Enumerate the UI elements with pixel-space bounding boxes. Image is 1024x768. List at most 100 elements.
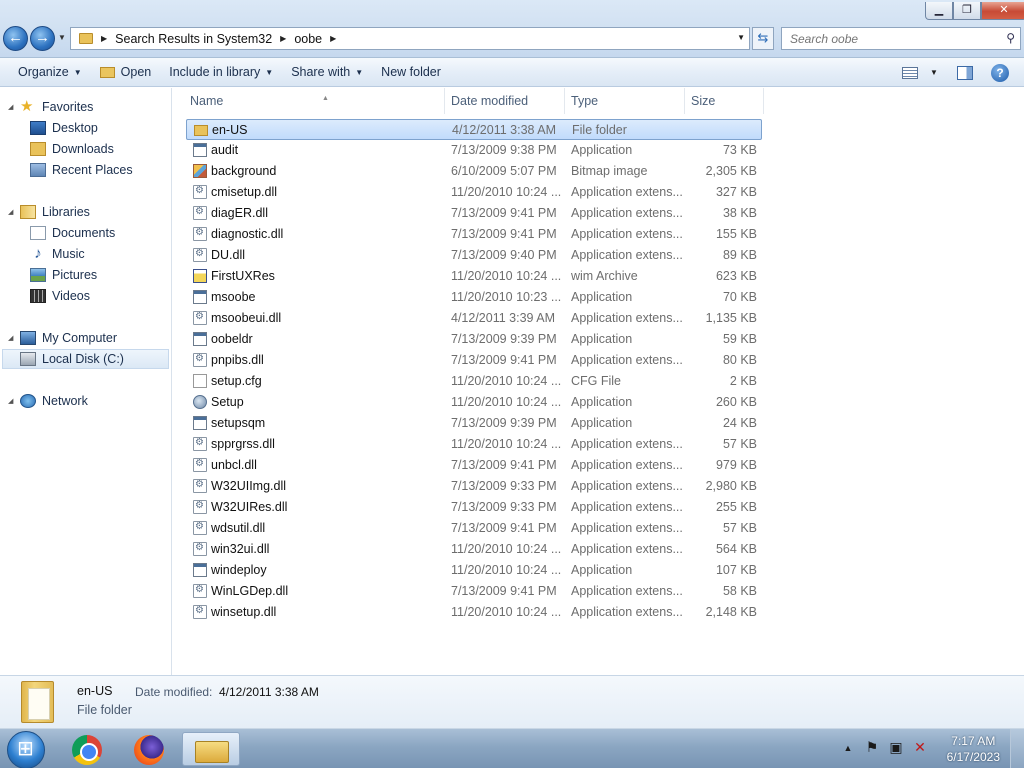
file-row[interactable]: msoobe 11/20/2010 10:23 ... Application 70 … [186,287,762,308]
file-row[interactable]: spprgrss.dll 11/20/2010 10:24 ... Applicat… [186,434,762,455]
file-row[interactable]: W32UIRes.dll 7/13/2009 9:33 PM Application… [186,497,762,518]
sidebar-item-libraries[interactable]: Libraries [20,202,90,222]
search-box[interactable]: ⚲ [781,27,1021,50]
file-size: 80 KB [722,353,757,367]
file-row[interactable]: unbcl.dll 7/13/2009 9:41 PM Application ex… [186,455,762,476]
sidebar-item-local-disk[interactable]: Local Disk (C:) [2,349,169,369]
column-header-size[interactable]: Size [685,88,764,114]
file-row[interactable]: wdsutil.dll 7/13/2009 9:41 PM Application … [186,518,762,539]
file-row[interactable]: cmisetup.dll 11/20/2010 10:24 ... Applicat… [186,182,762,203]
help-button[interactable]: ? [991,58,1009,87]
taskbar-firefox[interactable] [122,732,176,766]
expand-arrow-icon[interactable]: ◢ [8,208,13,216]
expand-arrow-icon[interactable]: ◢ [8,397,13,405]
breadcrumb-arrow-icon[interactable]: ▶ [101,34,107,43]
file-row[interactable]: background 6/10/2009 5:07 PM Bitmap image 2… [186,161,762,182]
file-row[interactable]: setup.cfg 11/20/2010 10:24 ... CFG File 2 K… [186,371,762,392]
sidebar-item-my-computer[interactable]: My Computer [20,328,117,348]
sidebar-item-recent-places[interactable]: Recent Places [30,160,133,180]
file-name: setup.cfg [211,374,262,388]
application-icon [193,143,207,157]
open-button[interactable]: Open [91,58,161,86]
taskbar-chrome[interactable] [60,732,114,766]
dll-icon [193,500,207,514]
preview-pane-button[interactable] [957,58,973,87]
file-row[interactable]: WinLGDep.dll 7/13/2009 9:41 PM Application… [186,581,762,602]
file-size: 327 KB [715,185,757,199]
address-history-dropdown[interactable]: ▼ [737,33,745,42]
breadcrumb-oobe[interactable]: oobe [294,32,322,46]
file-name: en-US [212,123,248,137]
file-type: Application extens... [571,311,683,325]
new-folder-button[interactable]: New folder [372,58,450,86]
file-row[interactable]: win32ui.dll 11/20/2010 10:24 ... Applicati… [186,539,762,560]
file-row[interactable]: Setup 11/20/2010 10:24 ... Application 260 … [186,392,762,413]
close-button[interactable]: ✕ [981,2,1024,20]
include-in-library-button[interactable]: Include in library ▼ [160,58,282,86]
column-header-name[interactable]: Name ▲ [184,88,445,114]
breadcrumb-arrow-icon[interactable]: ▶ [330,34,336,43]
search-input[interactable] [782,28,992,49]
back-button[interactable]: ← [3,26,28,51]
column-header-type[interactable]: Type [565,88,685,114]
show-desktop-button[interactable] [1010,729,1024,768]
sidebar-item-network[interactable]: Network [20,391,88,411]
file-row[interactable]: W32UIImg.dll 7/13/2009 9:33 PM Application… [186,476,762,497]
sidebar-item-videos[interactable]: Videos [30,286,90,306]
file-row[interactable]: winsetup.dll 11/20/2010 10:24 ... Applicat… [186,602,762,623]
volume-muted-icon[interactable]: ✕ [912,739,928,757]
file-name: background [211,164,277,178]
file-row[interactable]: diagER.dll 7/13/2009 9:41 PM Application e… [186,203,762,224]
expand-arrow-icon[interactable]: ◢ [8,103,13,111]
search-icon[interactable]: ⚲ [1006,31,1015,45]
sidebar-item-pictures[interactable]: Pictures [30,265,97,285]
sidebar-label: My Computer [42,331,118,345]
file-type: Application extens... [571,206,683,220]
sidebar-label: Favorites [42,100,94,114]
file-row[interactable]: DU.dll 7/13/2009 9:40 PM Application exten… [186,245,762,266]
breadcrumb-arrow-icon[interactable]: ▶ [280,34,286,43]
sidebar-item-favorites[interactable]: ★ Favorites [20,97,93,117]
sidebar-item-documents[interactable]: Documents [30,223,115,243]
file-date: 11/20/2010 10:24 ... [451,437,562,451]
action-center-flag-icon[interactable]: ⚑ [864,739,880,757]
sidebar-item-desktop[interactable]: Desktop [30,118,98,138]
include-in-library-label: Include in library [169,65,261,79]
start-button[interactable] [7,731,45,768]
address-bar[interactable]: ▶ Search Results in System32 ▶ oobe ▶ ▼ [70,27,750,50]
file-row[interactable]: windeploy 11/20/2010 10:24 ... Application… [186,560,762,581]
clock[interactable]: 7:17 AM 6/17/2023 [947,733,1000,765]
file-row[interactable]: audit 7/13/2009 9:38 PM Application 73 KB [186,140,762,161]
file-row[interactable]: setupsqm 7/13/2009 9:39 PM Application 24 K… [186,413,762,434]
taskbar-explorer[interactable] [182,732,240,766]
refresh-button[interactable]: ⇆ [752,27,774,50]
minimize-button[interactable]: ▁ [925,2,953,20]
sidebar-label: Pictures [52,268,98,282]
file-size: 38 KB [722,206,757,220]
organize-button[interactable]: Organize ▼ [0,58,91,86]
file-row[interactable]: en-US 4/12/2011 3:38 AM File folder [186,119,762,140]
share-with-button[interactable]: Share with ▼ [282,58,372,86]
network-icon[interactable]: ▣ [888,739,904,757]
file-row[interactable]: msoobeui.dll 4/12/2011 3:39 AM Application… [186,308,762,329]
expand-arrow-icon[interactable]: ◢ [8,334,13,342]
file-name: windeploy [211,563,267,577]
maximize-button[interactable]: ❐ [953,2,981,20]
show-hidden-icons[interactable]: ▲ [840,739,856,757]
new-folder-label: New folder [381,65,441,79]
forward-button[interactable]: → [30,26,55,51]
change-view-button[interactable]: ▼ [902,58,938,87]
file-row[interactable]: pnpibs.dll 7/13/2009 9:41 PM Application e… [186,350,762,371]
file-type: Application [571,563,633,577]
recent-pages-dropdown[interactable]: ▼ [58,33,66,42]
file-size: 155 KB [715,227,757,241]
sidebar-item-music[interactable]: ♪ Music [30,244,84,264]
file-row[interactable]: oobeldr 7/13/2009 9:39 PM Application 59 KB [186,329,762,350]
breadcrumb-search-results[interactable]: Search Results in System32 [115,32,272,46]
sidebar-item-downloads[interactable]: Downloads [30,139,114,159]
column-header-date-modified[interactable]: Date modified [445,88,565,114]
dll-icon [193,521,207,535]
file-row[interactable]: FirstUXRes 11/20/2010 10:24 ... wim Archiv… [186,266,762,287]
file-row[interactable]: diagnostic.dll 7/13/2009 9:41 PM Applicati… [186,224,762,245]
bitmap-icon [193,164,207,178]
